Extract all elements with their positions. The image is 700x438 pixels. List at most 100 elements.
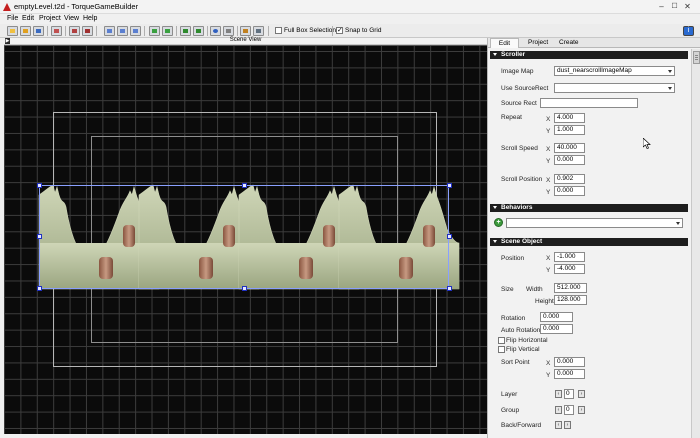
paste-button[interactable] bbox=[130, 26, 141, 36]
play-level-button[interactable] bbox=[180, 26, 191, 36]
flip-horizontal-checkbox[interactable] bbox=[498, 337, 505, 344]
full-box-selection-checkbox[interactable] bbox=[275, 27, 282, 34]
layer-increment-button[interactable]: › bbox=[578, 390, 585, 398]
scene-view-title: Scene View bbox=[229, 37, 262, 43]
layer-field[interactable]: 0 bbox=[564, 389, 574, 399]
image-map-value: dust_nearscrollImageMap bbox=[557, 67, 632, 74]
use-source-rect-dropdown[interactable] bbox=[554, 83, 675, 93]
axis-y-label: Y bbox=[546, 189, 551, 196]
menu-help[interactable]: Help bbox=[83, 15, 97, 22]
flip-horizontal-label: Flip Horizontal bbox=[506, 337, 548, 344]
scene-view-canvas[interactable] bbox=[4, 45, 487, 434]
group-label: Group bbox=[501, 407, 520, 414]
axis-x-label: X bbox=[546, 116, 551, 123]
full-box-selection-label: Full Box Selection bbox=[284, 27, 337, 34]
repeat-y-field[interactable]: 1.000 bbox=[554, 125, 585, 135]
scroll-speed-label: Scroll Speed bbox=[501, 145, 538, 152]
tab-project[interactable]: Project bbox=[528, 39, 548, 46]
resize-handle-bottom[interactable] bbox=[242, 286, 247, 291]
section-behaviors-header[interactable]: Behaviors bbox=[490, 204, 688, 212]
tab-create[interactable]: Create bbox=[559, 39, 579, 46]
maximize-button[interactable]: ☐ bbox=[668, 1, 681, 12]
axis-y-label: Y bbox=[546, 267, 551, 274]
repeat-x-field[interactable]: 4.000 bbox=[554, 113, 585, 123]
layer-decrement-button[interactable]: ‹ bbox=[555, 390, 562, 398]
layer-manager-button[interactable] bbox=[253, 26, 264, 36]
image-map-dropdown[interactable]: dust_nearscrollImageMap bbox=[554, 66, 675, 76]
new-level-button[interactable] bbox=[69, 26, 80, 36]
scroll-speed-y-field[interactable]: 0.000 bbox=[554, 155, 585, 165]
menu-project[interactable]: Project bbox=[39, 15, 61, 22]
height-field[interactable]: 128.000 bbox=[554, 295, 587, 305]
menu-file[interactable]: File bbox=[7, 15, 18, 22]
width-field[interactable]: 512.000 bbox=[554, 283, 587, 293]
copy-button[interactable] bbox=[117, 26, 128, 36]
menu-edit[interactable]: Edit bbox=[22, 15, 34, 22]
scene-view-header: ▶ Scene View bbox=[4, 37, 487, 45]
redo-button[interactable] bbox=[162, 26, 173, 36]
toolbar-separator bbox=[47, 26, 48, 36]
position-x-field[interactable]: -1.000 bbox=[554, 252, 585, 262]
torque-logo-icon bbox=[3, 3, 11, 11]
axis-x-label: X bbox=[546, 360, 551, 367]
menu-view[interactable]: View bbox=[64, 15, 79, 22]
toolbar-separator bbox=[65, 26, 66, 36]
section-title: Scene Object bbox=[501, 238, 543, 245]
position-y-field[interactable]: -4.000 bbox=[554, 264, 585, 274]
chevron-down-icon bbox=[668, 70, 672, 73]
flip-vertical-label: Flip Vertical bbox=[506, 346, 540, 353]
scroll-position-label: Scroll Position bbox=[501, 176, 543, 183]
auto-rotation-field[interactable]: 0.000 bbox=[540, 324, 573, 334]
cut-button[interactable] bbox=[104, 26, 115, 36]
zoom-button[interactable] bbox=[210, 26, 221, 36]
section-scroller-header[interactable]: Scroller bbox=[490, 51, 688, 59]
stop-level-button[interactable] bbox=[193, 26, 204, 36]
resize-handle-top-left[interactable] bbox=[37, 183, 42, 188]
section-scene-object-header[interactable]: Scene Object bbox=[490, 238, 688, 246]
minimize-button[interactable]: – bbox=[655, 1, 668, 12]
scroll-position-y-field[interactable]: 0.000 bbox=[554, 186, 585, 196]
scrollbar-thumb[interactable] bbox=[693, 51, 700, 64]
tab-edit[interactable]: Edit bbox=[490, 38, 519, 48]
behaviors-dropdown[interactable] bbox=[506, 218, 683, 228]
save-level-button[interactable] bbox=[82, 26, 93, 36]
height-label: Height bbox=[535, 298, 554, 305]
resize-handle-top[interactable] bbox=[242, 183, 247, 188]
send-back-button[interactable]: ‹ bbox=[555, 421, 562, 429]
add-behavior-button[interactable]: + bbox=[494, 218, 503, 227]
scene-settings-button[interactable] bbox=[240, 26, 251, 36]
resize-handle-left[interactable] bbox=[37, 234, 42, 239]
group-increment-button[interactable]: › bbox=[578, 406, 585, 414]
resize-handle-bottom-right[interactable] bbox=[447, 286, 452, 291]
flip-vertical-checkbox[interactable] bbox=[498, 346, 505, 353]
help-icon[interactable]: i bbox=[683, 26, 694, 36]
sort-point-x-field[interactable]: 0.000 bbox=[554, 357, 585, 367]
toolbar: Full Box Selection ✓ Snap to Grid i bbox=[0, 24, 700, 38]
auto-rotation-label: Auto Rotation bbox=[501, 327, 541, 334]
sort-point-y-field[interactable]: 0.000 bbox=[554, 369, 585, 379]
close-button[interactable]: ✕ bbox=[681, 1, 694, 12]
snap-to-grid-label: Snap to Grid bbox=[345, 27, 382, 34]
rotation-field[interactable]: 0.000 bbox=[540, 312, 573, 322]
resize-handle-right[interactable] bbox=[447, 234, 452, 239]
group-decrement-button[interactable]: ‹ bbox=[555, 406, 562, 414]
undo-button[interactable] bbox=[149, 26, 160, 36]
save-button[interactable] bbox=[33, 26, 44, 36]
pan-button[interactable] bbox=[223, 26, 234, 36]
project-button[interactable] bbox=[51, 26, 62, 36]
source-rect-field[interactable] bbox=[540, 98, 638, 108]
snap-to-grid-checkbox[interactable]: ✓ bbox=[336, 27, 343, 34]
resize-handle-top-right[interactable] bbox=[447, 183, 452, 188]
window-title: emptyLevel.t2d - TorqueGameBuilder bbox=[14, 2, 139, 11]
scroll-position-x-field[interactable]: 0.902 bbox=[554, 174, 585, 184]
chevron-down-icon bbox=[668, 87, 672, 90]
scroll-speed-x-field[interactable]: 40.000 bbox=[554, 143, 585, 153]
new-file-button[interactable] bbox=[7, 26, 18, 36]
group-field[interactable]: 0 bbox=[564, 405, 574, 415]
rotation-label: Rotation bbox=[501, 315, 526, 322]
open-folder-button[interactable] bbox=[20, 26, 31, 36]
sidebar-scrollbar[interactable] bbox=[691, 49, 700, 438]
resize-handle-bottom-left[interactable] bbox=[37, 286, 42, 291]
toolbar-separator bbox=[144, 26, 145, 36]
bring-forward-button[interactable]: › bbox=[564, 421, 571, 429]
